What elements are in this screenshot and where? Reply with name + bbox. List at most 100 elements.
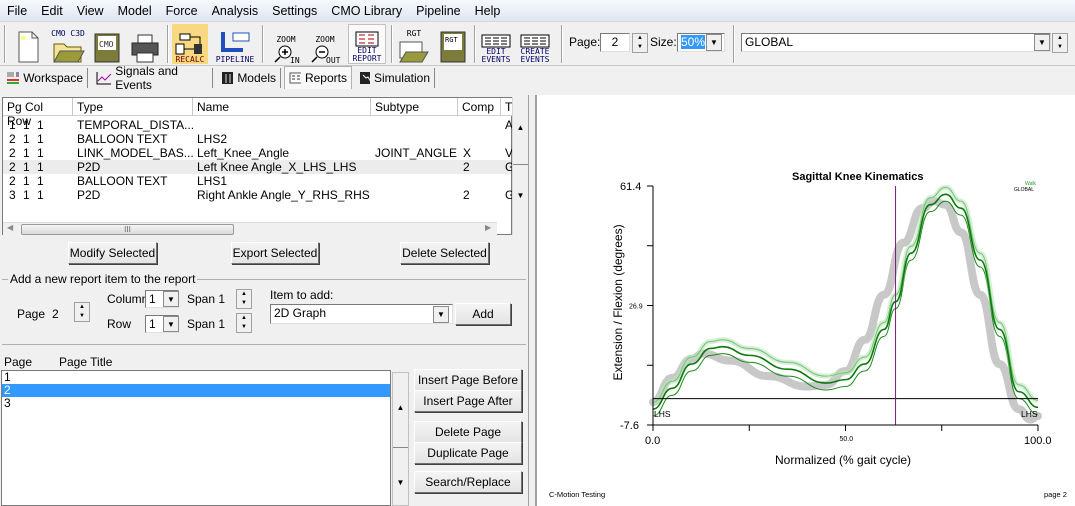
recalc-button[interactable]: RECALC bbox=[172, 24, 208, 64]
spin-down-icon[interactable]: ▼ bbox=[633, 43, 647, 52]
item-to-add-select[interactable]: 2D Graph bbox=[270, 304, 453, 324]
menu-settings[interactable]: Settings bbox=[265, 4, 324, 18]
svg-text:OUT: OUT bbox=[326, 56, 341, 64]
tab-reports[interactable]: Reports bbox=[284, 66, 352, 89]
menu-help[interactable]: Help bbox=[468, 4, 508, 18]
new-file-button[interactable] bbox=[12, 24, 44, 64]
zoom-out-button[interactable]: ZOOM OUT bbox=[306, 24, 344, 64]
spin-up-icon[interactable]: ▲ bbox=[633, 34, 647, 43]
open-rgt-button[interactable]: RGT bbox=[396, 24, 432, 64]
menu-pipeline[interactable]: Pipeline bbox=[409, 4, 467, 18]
scroll-down-icon[interactable]: ▼ bbox=[513, 165, 528, 233]
page-list-item[interactable]: 2 bbox=[2, 384, 390, 397]
page-column-header: Page bbox=[4, 355, 33, 369]
x-tick-label: 0.0 bbox=[645, 435, 660, 447]
tab-models[interactable]: Models bbox=[217, 68, 281, 88]
report-item-row[interactable]: 2 1 1 BALLOON TEXT LHS2 bbox=[3, 132, 511, 146]
menu-view[interactable]: View bbox=[70, 4, 111, 18]
search-replace-button[interactable]: Search/Replace bbox=[414, 471, 522, 493]
scroll-right-icon[interactable]: ▶ bbox=[485, 223, 491, 232]
page-move-down-icon[interactable]: ▼ bbox=[393, 448, 408, 505]
size-label: Size: bbox=[650, 35, 677, 49]
tab-simulation[interactable]: Simulation bbox=[355, 68, 435, 88]
size-dropdown-icon[interactable]: ▼ bbox=[706, 34, 722, 51]
create-events-icon bbox=[520, 34, 550, 48]
column-span-spinner[interactable]: ▲ ▼ bbox=[236, 289, 252, 309]
page-list-item[interactable]: 3 bbox=[2, 397, 390, 410]
edit-report-button[interactable]: EDIT REPORT bbox=[348, 24, 386, 64]
horizontal-scrollbar[interactable]: ◀ III ▶ bbox=[3, 222, 497, 236]
report-item-row[interactable]: 2 1 1 LINK_MODEL_BAS... Left_Knee_Angle JOINT… bbox=[3, 146, 513, 160]
cell-row: 1 bbox=[37, 146, 44, 160]
scroll-up-icon[interactable]: ▲ bbox=[513, 97, 528, 165]
insert-page-before-button[interactable]: Insert Page Before bbox=[414, 369, 522, 391]
cell-name: Right Ankle Angle_Y_RHS_RHS bbox=[197, 188, 370, 202]
edit-events-button[interactable]: EDIT EVENTS bbox=[479, 24, 513, 64]
create-events-button[interactable]: CREATE EVENTS bbox=[516, 24, 554, 64]
page-list-scrollbar[interactable]: ▲ ▼ bbox=[392, 372, 409, 506]
duplicate-page-button[interactable]: Duplicate Page bbox=[414, 442, 522, 464]
column-header-comp[interactable]: Comp bbox=[458, 98, 501, 116]
column-header-name[interactable]: Name bbox=[193, 98, 371, 116]
print-button[interactable] bbox=[128, 24, 162, 64]
workspace-select[interactable]: GLOBAL bbox=[741, 33, 1051, 52]
cell-pg: 2 bbox=[9, 174, 16, 188]
page-title-column-header: Page Title bbox=[59, 355, 113, 369]
pane-splitter[interactable] bbox=[528, 95, 535, 506]
report-item-row[interactable]: 2 1 1 BALLOON TEXT LHS1 bbox=[3, 174, 511, 188]
workspace-icon bbox=[7, 72, 20, 84]
page-list-item[interactable]: 1 bbox=[2, 371, 390, 384]
row-dropdown-icon[interactable]: ▼ bbox=[163, 316, 179, 332]
add-page-spinner[interactable]: ▲ ▼ bbox=[74, 302, 90, 322]
row-span-spinner[interactable]: ▲ ▼ bbox=[236, 313, 252, 333]
zoom-in-button[interactable]: ZOOM IN bbox=[268, 24, 304, 64]
column-label: Column bbox=[107, 292, 149, 306]
modify-selected-button[interactable]: Modify Selected bbox=[68, 242, 157, 264]
y-axis-label: Extension / Flexion (degrees) bbox=[611, 224, 625, 380]
open-folder-icon bbox=[53, 43, 85, 63]
event-label-lhs-start: LHS bbox=[654, 409, 671, 419]
menu-cmo-library[interactable]: CMO Library bbox=[324, 4, 409, 18]
page-move-up-icon[interactable]: ▲ bbox=[393, 373, 408, 448]
menu-edit[interactable]: Edit bbox=[34, 4, 70, 18]
cell-type: P2D bbox=[77, 160, 101, 174]
report-item-row[interactable]: 3 1 1 P2D Right Ankle Angle_Y_RHS_RHS 2 G bbox=[3, 188, 514, 202]
toolbar: CMO C3D CMO RECALC PIPELINE ZOOM IN ZOOM… bbox=[0, 21, 1075, 66]
pipeline-button[interactable]: PIPELINE bbox=[215, 24, 255, 64]
menu-analysis[interactable]: Analysis bbox=[205, 4, 266, 18]
item-dropdown-icon[interactable]: ▼ bbox=[433, 306, 449, 323]
scroll-thumb[interactable]: III bbox=[21, 224, 234, 235]
save-rgt-button[interactable]: RGT bbox=[437, 24, 469, 64]
cell-type: BALLOON TEXT bbox=[77, 174, 168, 188]
column-dropdown-icon[interactable]: ▼ bbox=[163, 291, 179, 307]
open-cmo-c3d-button[interactable]: CMO C3D bbox=[50, 24, 86, 64]
x-tick-label: 100.0 bbox=[1024, 435, 1052, 447]
export-selected-button[interactable]: Export Selected bbox=[231, 242, 319, 264]
report-items-list[interactable]: Pg Col Row Type Name Subtype Comp T 111T… bbox=[2, 97, 514, 236]
page-input[interactable]: 2 bbox=[600, 33, 630, 52]
cell-col: 1 bbox=[23, 118, 30, 132]
column-header-subtype[interactable]: Subtype bbox=[371, 98, 458, 116]
save-cmo-button[interactable]: CMO bbox=[92, 24, 122, 64]
workspace-dropdown-icon[interactable]: ▼ bbox=[1034, 34, 1050, 51]
delete-selected-button[interactable]: Delete Selected bbox=[400, 242, 489, 264]
report-preview: Sagittal Knee Kinematics 61.4 26.9 -7.6 0.0 5… bbox=[535, 95, 1075, 506]
insert-page-after-button[interactable]: Insert Page After bbox=[414, 390, 522, 412]
menu-model[interactable]: Model bbox=[111, 4, 159, 18]
tab-signals-and-events[interactable]: Signals and Events bbox=[91, 64, 213, 92]
add-button[interactable]: Add bbox=[455, 303, 511, 325]
page-spinner[interactable]: ▲ ▼ bbox=[632, 33, 648, 53]
report-item-row[interactable]: 1 1 1 TEMPORAL_DISTA... A bbox=[3, 118, 513, 132]
column-header-pg-col-row[interactable]: Pg Col Row bbox=[3, 98, 73, 128]
menu-force[interactable]: Force bbox=[159, 4, 205, 18]
page-list[interactable]: 123 bbox=[1, 370, 391, 506]
scroll-left-icon[interactable]: ◀ bbox=[7, 223, 13, 232]
add-item-group: Add a new report item to the report Page… bbox=[2, 272, 526, 345]
column-header-type[interactable]: Type bbox=[73, 98, 193, 116]
workspace-spinner[interactable]: ▲ ▼ bbox=[1052, 33, 1068, 53]
report-items-vertical-scrollbar[interactable]: ▲ ▼ bbox=[512, 97, 528, 235]
menu-file[interactable]: File bbox=[0, 4, 34, 18]
report-item-row[interactable]: 2 1 1 P2D Left Knee Angle_X_LHS_LHS 2 G bbox=[3, 160, 514, 174]
delete-page-button[interactable]: Delete Page bbox=[414, 421, 522, 443]
tab-workspace[interactable]: Workspace bbox=[2, 68, 88, 88]
